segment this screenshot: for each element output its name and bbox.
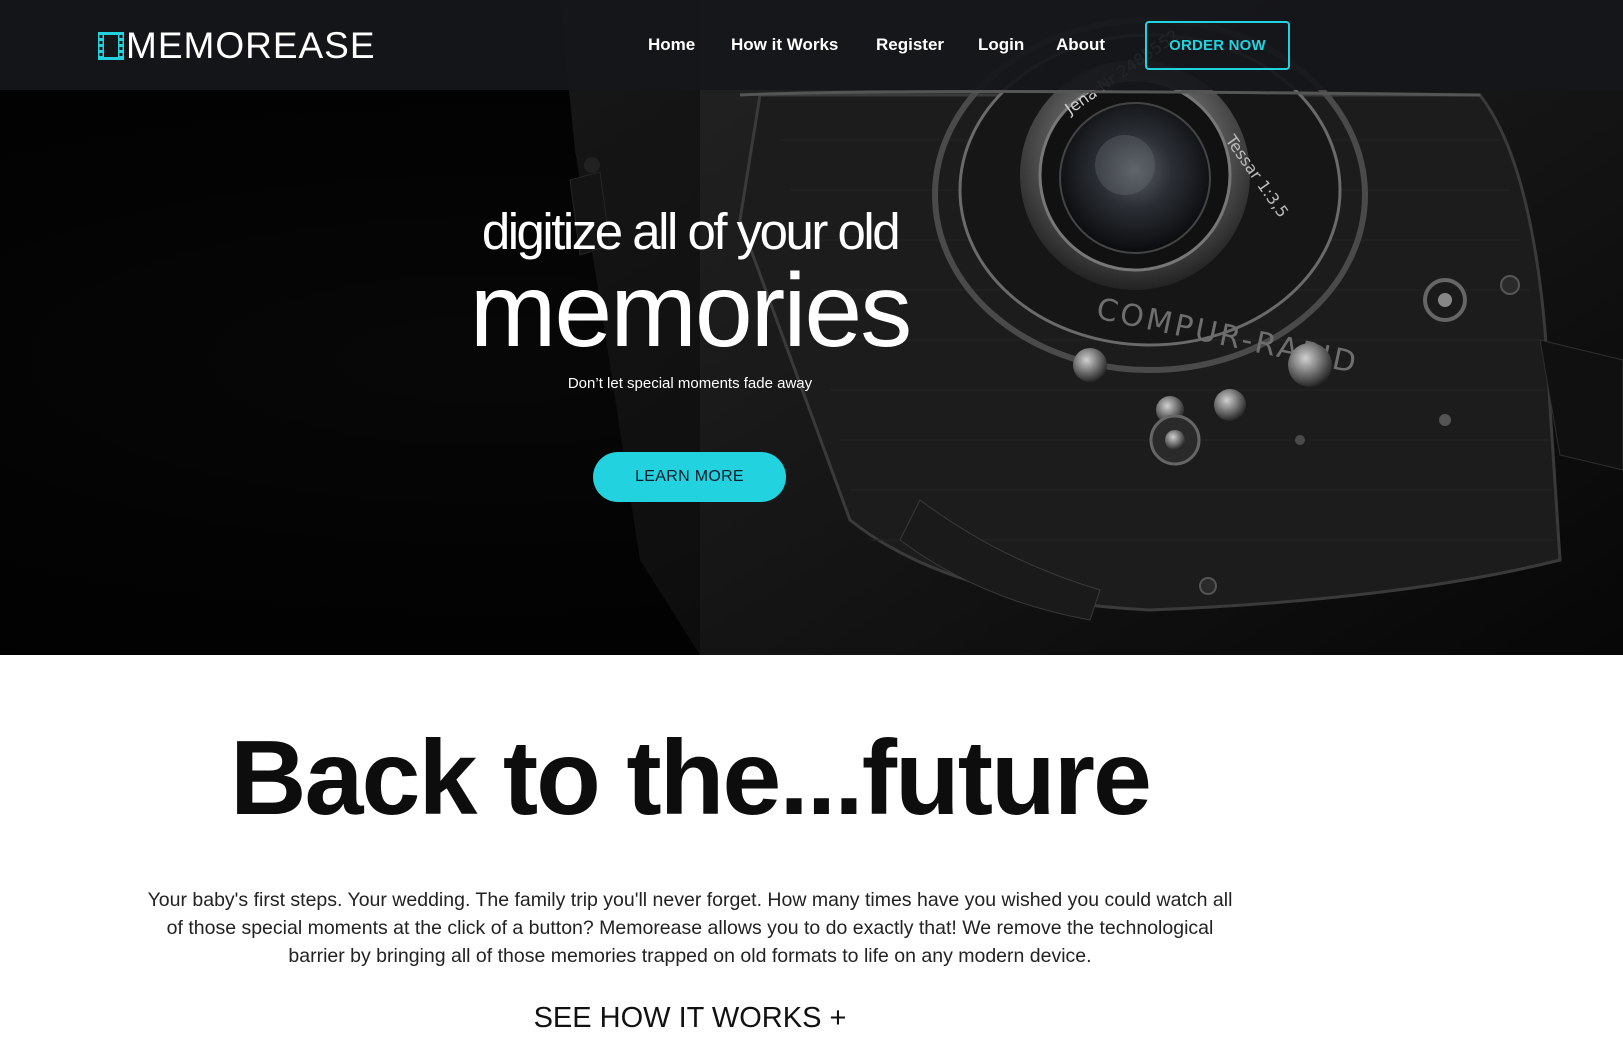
brand-logo[interactable]: MEMOREASE bbox=[98, 27, 376, 65]
hero-tagline: Don’t let special moments fade away bbox=[567, 375, 813, 392]
nav-how-it-works[interactable]: How it Works bbox=[731, 33, 838, 57]
brand-name: MEMOREASE bbox=[126, 25, 376, 66]
nav-home[interactable]: Home bbox=[648, 33, 695, 57]
nav-login[interactable]: Login bbox=[978, 33, 1024, 57]
hero-heading: memories bbox=[469, 253, 913, 369]
section-title: Back to the...future bbox=[229, 719, 1152, 837]
see-how-it-works-link[interactable]: SEE HOW IT WORKS + bbox=[490, 998, 890, 1038]
order-now-button[interactable]: ORDER NOW bbox=[1145, 21, 1290, 70]
nav-about[interactable]: About bbox=[1056, 33, 1105, 57]
section-description: Your baby's first steps. Your wedding. T… bbox=[147, 889, 1233, 967]
hero-section: Jena Nr 2485552 Tessar 1:3,5 COMPUR-RAPI… bbox=[0, 0, 1623, 655]
top-navbar: MEMOREASE Home How it Works Register Log… bbox=[0, 0, 1623, 90]
film-strip-icon bbox=[98, 32, 124, 60]
learn-more-button[interactable]: LEARN MORE bbox=[593, 452, 786, 502]
nav-register[interactable]: Register bbox=[876, 33, 944, 57]
